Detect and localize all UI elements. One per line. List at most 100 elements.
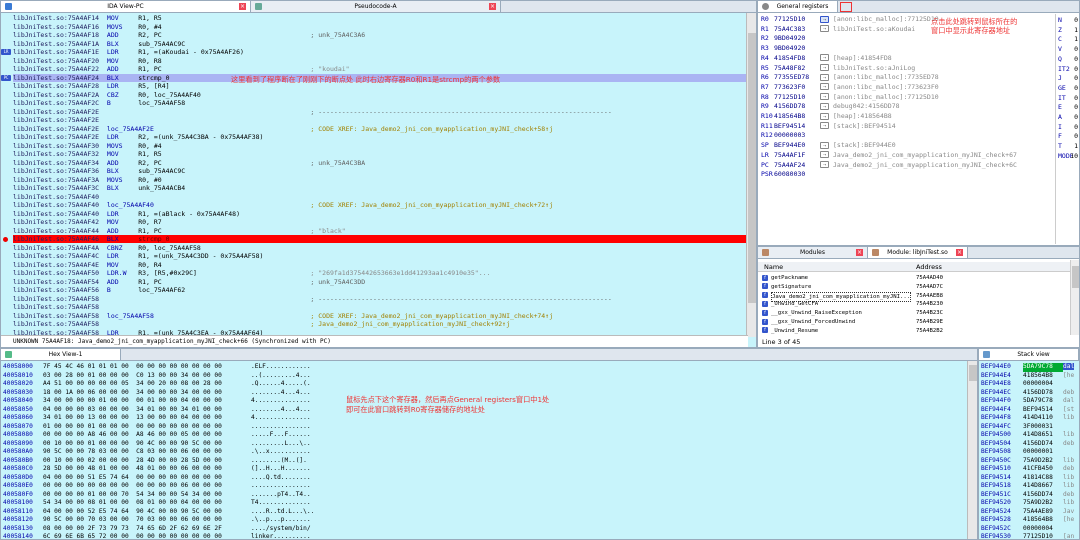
breakpoint-icon[interactable] <box>3 236 8 242</box>
jump-to-address-button[interactable]: ⇢ <box>820 141 829 149</box>
flag-row[interactable]: T1 <box>1058 142 1078 152</box>
code-line[interactable]: libJniTest.so:75A4AF3A MOVS R0, #0 <box>13 176 748 184</box>
register-value[interactable]: 77125D10 <box>774 15 820 25</box>
code-line[interactable]: libJniTest.so:75A4AF58 loc_75A4AF58 ; CO… <box>13 312 748 320</box>
flag-row[interactable]: V0 <box>1058 45 1078 55</box>
register-row[interactable]: R10418564B8 ⇢ [heap]:418564B8 <box>761 112 892 122</box>
flag-value[interactable]: 1 <box>1074 26 1078 36</box>
tab-ida-view-pc[interactable]: IDA View-PC × <box>1 1 251 12</box>
register-value[interactable]: 75A4AF24 <box>774 161 820 171</box>
code-line[interactable]: libJniTest.so:75A4AF16 MOVS R0, #4 <box>13 23 748 31</box>
jump-to-address-button[interactable]: ⇢ <box>820 151 829 159</box>
flag-row[interactable]: Z1 <box>1058 26 1078 36</box>
close-icon[interactable]: × <box>956 249 963 256</box>
code-line[interactable]: libJniTest.so:75A4AF14 MOV R1, R5 <box>13 14 748 22</box>
code-line[interactable]: libJniTest.so:75A4AF36 BLX sub_75A4AC9C <box>13 167 748 175</box>
register-value[interactable]: 9BD04920 <box>774 44 820 54</box>
tab-modules[interactable]: Modules × <box>758 247 868 258</box>
tab-stack-view[interactable]: Stack view <box>979 349 1079 360</box>
code-line[interactable]: libJniTest.so:75A4AF58 <box>13 303 748 311</box>
register-row[interactable]: R11BEF94514 ⇢ [stack]:BEF94514 <box>761 122 896 132</box>
code-line[interactable]: libJniTest.so:75A4AF20 MOV R0, R8 <box>13 57 748 65</box>
jump-to-address-button[interactable]: ⇢ <box>820 112 829 120</box>
code-line[interactable]: libJniTest.so:75A4AF40 <box>13 193 748 201</box>
flag-row[interactable]: MODE 10 <box>1058 152 1078 162</box>
register-row[interactable]: R2 9BD04920 <box>761 34 820 44</box>
flag-row[interactable]: A0 <box>1058 113 1078 123</box>
code-line[interactable]: libJniTest.so:75A4AF1E LDR R1, =(aKoudai… <box>13 48 748 56</box>
module-function-row[interactable]: f __gxx_Unwind_RaiseException 75A4B23C <box>762 309 1071 318</box>
register-value[interactable]: 77355ED78 <box>774 73 820 83</box>
jump-to-address-button[interactable]: ⇢ <box>820 83 829 91</box>
jump-to-address-button[interactable]: ⇢ <box>820 93 829 101</box>
register-value[interactable]: BEF944E0 <box>774 141 820 151</box>
jump-to-address-button[interactable]: ⇢ <box>820 161 829 168</box>
module-function-row[interactable]: f getSignature 75A4AD7C <box>762 283 1071 292</box>
close-icon[interactable]: × <box>239 3 246 10</box>
jump-to-address-button[interactable]: ⇢ <box>820 54 829 62</box>
register-row[interactable]: R7 773623F0 ⇢ [anon:libc_malloc]:773623F0 <box>761 83 939 93</box>
flag-value[interactable]: 0 <box>1074 132 1078 142</box>
module-function-row[interactable]: f __gxx_Unwind_ForcedUnwind 75A4B29E <box>762 318 1071 327</box>
register-row[interactable]: R3 9BD04920 <box>761 44 820 54</box>
modules-vertical-scrollbar[interactable] <box>1070 260 1079 335</box>
breakpoint-gutter[interactable] <box>1 13 11 337</box>
flag-row[interactable]: F0 <box>1058 132 1078 142</box>
stack-row[interactable]: BEF94530 77125D10 [an <box>981 533 1074 539</box>
register-value[interactable]: 75A48F82 <box>774 64 820 74</box>
jump-to-address-button[interactable]: ⇢ <box>820 15 829 23</box>
register-row[interactable]: PSR60080030 <box>761 170 820 180</box>
code-line[interactable]: libJniTest.so:75A4AF50 LDR.W R3, [R5,#0x… <box>13 269 748 277</box>
register-row[interactable]: PC 75A4AF24 ⇢ Java_demo2_jni_com_myapplicat… <box>761 161 1017 171</box>
flag-row[interactable]: I0 <box>1058 123 1078 133</box>
hex-row[interactable]: 40058140 6C 69 6E 6B 65 72 00 00 00 00 00… <box>3 533 311 539</box>
register-value[interactable]: 41854FD8 <box>774 54 820 64</box>
flag-value[interactable]: 0 <box>1074 103 1078 113</box>
jump-to-address-button[interactable]: ⇢ <box>820 64 829 71</box>
close-icon[interactable]: × <box>856 249 863 256</box>
jump-to-address-button[interactable]: ⇢ <box>820 25 829 33</box>
flag-row[interactable]: IT2 0 <box>1058 65 1078 75</box>
code-line[interactable]: libJniTest.so:75A4AF44 ADD R1, PC ; "bla… <box>13 227 748 235</box>
disassembly-listing[interactable]: libJniTest.so:75A4AF14 MOV R1, R5 libJni… <box>1 13 748 337</box>
register-value[interactable]: 77125D10 <box>774 93 820 103</box>
jump-to-address-button[interactable]: ⇢ <box>820 102 829 110</box>
register-value[interactable]: 773623F0 <box>774 83 820 93</box>
code-line[interactable]: libJniTest.so:75A4AF2E ; ---------------… <box>13 108 748 116</box>
register-row[interactable]: R1200000003 <box>761 131 820 141</box>
code-line[interactable]: libJniTest.so:75A4AF2E <box>13 116 748 124</box>
register-value[interactable]: 418564B8 <box>774 112 820 122</box>
register-row[interactable]: R9 4156DD78 ⇢ debug042:4156DD78 <box>761 102 900 112</box>
flag-value[interactable]: 0 <box>1074 94 1078 104</box>
code-line[interactable]: libJniTest.so:75A4AF3C BLX unk_75A4ACB4 <box>13 184 748 192</box>
flag-value[interactable]: 0 <box>1074 84 1078 94</box>
code-line[interactable]: libJniTest.so:75A4AF58 ; ---------------… <box>13 295 748 303</box>
module-function-row[interactable]: f Java_demo2_jni_com_myapplication_myJNI.… <box>762 291 1071 303</box>
register-value[interactable]: 4156DD78 <box>774 102 820 112</box>
code-line[interactable]: libJniTest.so:75A4AF40 LDR R1, =(aBlack … <box>13 210 748 218</box>
module-function-row[interactable]: f getPackname 75A4AD40 <box>762 274 1071 283</box>
code-line[interactable]: libJniTest.so:75A4AF4C LDR R1, =(unk_75A… <box>13 252 748 260</box>
column-header-name[interactable]: Name <box>764 262 783 272</box>
ida-vertical-scrollbar[interactable] <box>746 13 756 337</box>
register-value[interactable]: 00000003 <box>774 131 820 141</box>
code-line[interactable]: libJniTest.so:75A4AF34 ADD R2, PC ; unk_… <box>13 159 748 167</box>
tab-pseudocode-a[interactable]: Pseudocode-A × <box>251 1 501 12</box>
flag-value[interactable]: 10 <box>1070 152 1078 162</box>
hex-vertical-scrollbar[interactable] <box>967 361 977 539</box>
register-value[interactable]: BEF94514 <box>774 122 820 132</box>
flag-row[interactable]: IT 0 <box>1058 94 1078 104</box>
register-row[interactable]: R6 77355ED78 ⇢ [anon:libc_malloc]:7735ED78 <box>761 73 939 83</box>
scrollbar-thumb[interactable] <box>969 365 977 381</box>
flag-row[interactable]: GE 0 <box>1058 84 1078 94</box>
code-line[interactable]: libJniTest.so:75A4AF2E loc_75A4AF2E ; CO… <box>13 125 748 133</box>
scrollbar-thumb[interactable] <box>1072 266 1079 288</box>
close-icon[interactable]: × <box>489 3 496 10</box>
flag-value[interactable]: 0 <box>1074 113 1078 123</box>
register-row[interactable]: R5 75A48F82 ⇢ libJniTest.so:aJniLog <box>761 64 915 74</box>
flag-value[interactable]: 0 <box>1074 65 1078 75</box>
flag-value[interactable]: 0 <box>1074 55 1078 65</box>
flag-value[interactable]: 1 <box>1074 35 1078 45</box>
register-row[interactable]: R4 41854FD8 ⇢ [heap]:41854FD8 <box>761 54 892 64</box>
flag-value[interactable]: 0 <box>1074 16 1078 26</box>
